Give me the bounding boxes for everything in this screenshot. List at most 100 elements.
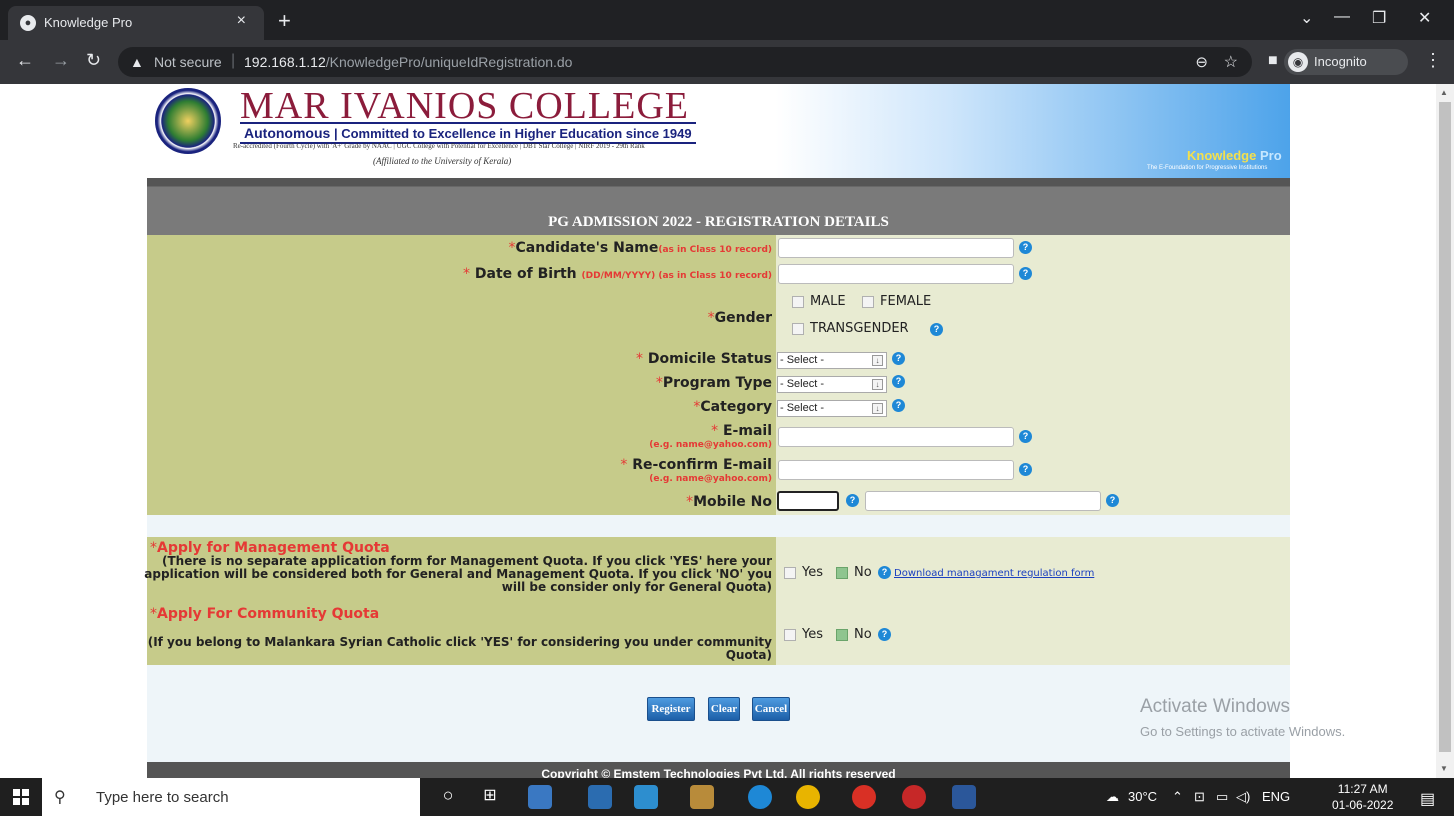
task-view-icon[interactable]: ⊞: [478, 785, 502, 809]
reload-icon[interactable]: ↻: [86, 50, 101, 71]
community-help-icon[interactable]: ?: [878, 628, 891, 641]
tray-chevron-icon[interactable]: ⌃: [1172, 789, 1183, 805]
edge-icon[interactable]: [748, 785, 772, 809]
chevron-down-icon: ↓: [872, 355, 883, 366]
email-help-icon[interactable]: ?: [1019, 430, 1032, 443]
browser-toolbar: ← → ↻ ▲ Not secure | 192.168.1.12/Knowle…: [0, 40, 1454, 84]
college-tagline: Autonomous | Committed to Excellence in …: [240, 122, 696, 144]
mobile-number-input[interactable]: [865, 491, 1101, 511]
tray-network-icon[interactable]: ⊡: [1194, 789, 1205, 805]
network-app-icon[interactable]: [528, 785, 552, 809]
app-icon-red[interactable]: [902, 785, 926, 809]
community-no-checkbox[interactable]: [836, 629, 848, 641]
candidate-name-input[interactable]: [778, 238, 1014, 258]
scroll-down-icon[interactable]: ▼: [1440, 764, 1448, 773]
taskbar-search-box[interactable]: ⚲ Type here to search: [42, 778, 420, 816]
tab-search-icon[interactable]: ⌄: [1300, 8, 1313, 28]
tab-knowledge-pro[interactable]: ● Knowledge Pro ×: [8, 6, 264, 40]
address-bar[interactable]: ▲ Not secure | 192.168.1.12/KnowledgePro…: [118, 47, 1252, 77]
domicile-select[interactable]: - Select - ↓: [777, 352, 887, 369]
notification-icon[interactable]: ▤: [1420, 789, 1435, 809]
mobile-code-help-icon[interactable]: ?: [846, 494, 859, 507]
reconfirm-email-text: Re-confirm E-mail: [632, 457, 772, 473]
affiliation-text: (Affiliated to the University of Kerala): [373, 156, 512, 166]
management-quota-note: (There is no separate application form f…: [144, 554, 772, 594]
clock-date: 01-06-2022: [1332, 798, 1394, 812]
menu-dots-icon[interactable]: ⋮: [1424, 50, 1442, 71]
forward-icon[interactable]: →: [52, 50, 70, 71]
tray-display-icon[interactable]: ▭: [1216, 789, 1228, 805]
management-help-icon[interactable]: ?: [878, 566, 891, 579]
dob-input[interactable]: [778, 264, 1014, 284]
tab-title: Knowledge Pro: [44, 15, 133, 30]
bookmark-star-icon[interactable]: ☆: [1224, 52, 1238, 72]
new-tab-button[interactable]: +: [278, 8, 291, 34]
scroll-up-icon[interactable]: ▲: [1440, 88, 1448, 97]
category-select-value: - Select -: [780, 402, 825, 414]
cancel-button[interactable]: Cancel: [752, 697, 790, 721]
management-yes-checkbox[interactable]: [784, 567, 796, 579]
weather-temp[interactable]: 30°C: [1128, 789, 1157, 804]
gender-female-checkbox[interactable]: [862, 296, 874, 308]
incognito-badge[interactable]: ◉ Incognito: [1284, 49, 1408, 75]
mobile-text: Mobile No: [693, 494, 772, 510]
volume-icon[interactable]: ◁): [1236, 789, 1250, 805]
chrome-icon[interactable]: [796, 785, 820, 809]
candidate-name-help-icon[interactable]: ?: [1019, 241, 1032, 254]
mobile-country-code-input[interactable]: [777, 491, 839, 511]
gender-male-checkbox[interactable]: [792, 296, 804, 308]
chrome-incognito-icon[interactable]: [852, 785, 876, 809]
side-panel-icon[interactable]: ■: [1268, 52, 1278, 70]
language-indicator[interactable]: ENG: [1262, 789, 1290, 804]
gender-transgender-checkbox[interactable]: [792, 323, 804, 335]
dob-help-icon[interactable]: ?: [1019, 267, 1032, 280]
category-help-icon[interactable]: ?: [892, 399, 905, 412]
download-regulation-link[interactable]: Download managament regulation form: [894, 568, 1094, 579]
domicile-help-icon[interactable]: ?: [892, 352, 905, 365]
calculator-icon[interactable]: [588, 785, 612, 809]
zoom-icon[interactable]: ⊖: [1195, 53, 1208, 71]
windows-start-icon[interactable]: [13, 789, 29, 805]
mobile-number-help-icon[interactable]: ?: [1106, 494, 1119, 507]
restore-icon[interactable]: ❐: [1372, 8, 1386, 28]
scrollbar-thumb[interactable]: [1439, 102, 1451, 752]
category-label: *Category: [693, 399, 772, 415]
category-select[interactable]: - Select - ↓: [777, 400, 887, 417]
community-yes-checkbox[interactable]: [784, 629, 796, 641]
gender-female-label: FEMALE: [880, 294, 932, 309]
required-mark: *: [463, 266, 471, 282]
community-no-label: No: [854, 627, 872, 642]
close-tab-icon[interactable]: ×: [237, 12, 246, 30]
email-label: * E-mail: [711, 423, 772, 439]
app-icon-blue[interactable]: [634, 785, 658, 809]
community-quota-text: Apply For Community Quota: [157, 606, 380, 622]
weather-icon[interactable]: ☁: [1106, 789, 1119, 805]
tag-committed: Committed to Excellence in Higher Educat…: [341, 126, 692, 141]
management-no-checkbox[interactable]: [836, 567, 848, 579]
program-type-help-icon[interactable]: ?: [892, 375, 905, 388]
email-input[interactable]: [778, 427, 1014, 447]
category-text: Category: [700, 399, 772, 415]
gender-text: Gender: [714, 310, 772, 326]
back-icon[interactable]: ←: [16, 50, 34, 71]
close-window-icon[interactable]: ✕: [1418, 8, 1431, 28]
win-logo-pane: [22, 789, 29, 796]
quota-fields-panel: [776, 537, 1290, 665]
minimize-icon[interactable]: —: [1334, 8, 1350, 26]
required-mark: *: [636, 351, 644, 367]
reconfirm-email-help-icon[interactable]: ?: [1019, 463, 1032, 476]
register-button[interactable]: Register: [647, 697, 695, 721]
word-icon[interactable]: [952, 785, 976, 809]
app-icon-active[interactable]: [690, 785, 714, 809]
program-type-select[interactable]: - Select - ↓: [777, 376, 887, 393]
gender-help-icon[interactable]: ?: [930, 323, 943, 336]
cortana-icon[interactable]: ○: [436, 785, 460, 809]
taskbar-clock[interactable]: 11:27 AM 01-06-2022: [1332, 781, 1393, 813]
page-scrollbar[interactable]: ▲ ▼: [1436, 84, 1454, 778]
domicile-select-value: - Select -: [780, 354, 825, 366]
college-banner: MAR IVANIOS COLLEGE Autonomous | Committ…: [147, 84, 1290, 178]
required-mark: *: [150, 540, 157, 556]
clear-button[interactable]: Clear: [708, 697, 740, 721]
college-seal-logo: [155, 88, 221, 154]
reconfirm-email-input[interactable]: [778, 460, 1014, 480]
